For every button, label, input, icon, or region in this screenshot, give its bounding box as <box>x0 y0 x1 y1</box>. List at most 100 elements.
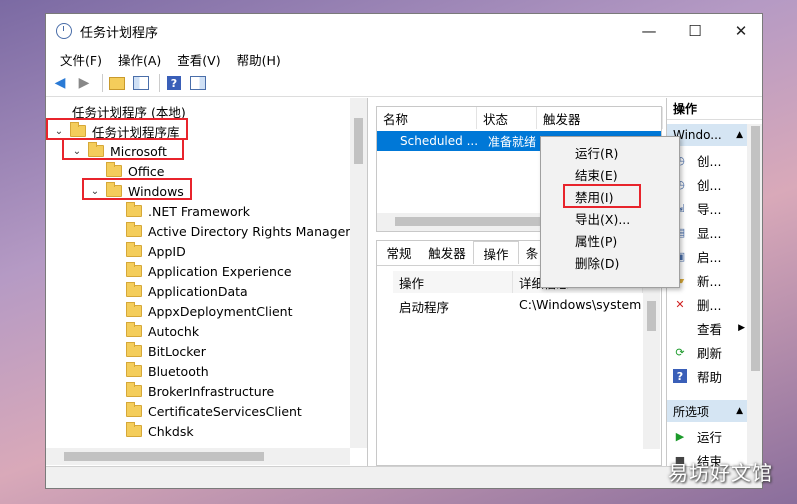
menu-item-end[interactable]: 结束(E) <box>575 163 618 185</box>
tree-folder-item[interactable]: ApplicationData <box>126 281 248 301</box>
minimize-button[interactable]: — <box>626 14 672 48</box>
scroll-thumb[interactable] <box>751 126 760 371</box>
folder-icon <box>126 302 142 317</box>
folder-icon <box>126 202 142 217</box>
status-bar <box>46 466 762 488</box>
tree-folder-item[interactable]: CertificateServicesClient <box>126 401 302 421</box>
tree-folder-item[interactable]: AppID <box>126 241 186 261</box>
action-label: 删... <box>697 297 722 313</box>
tree-folder-item[interactable]: AppxDeploymentClient <box>126 301 292 321</box>
tab-triggers[interactable]: 触发器 <box>423 241 471 263</box>
folder-icon <box>126 242 142 257</box>
show-action-pane-icon[interactable] <box>188 73 208 93</box>
collapse-up-icon[interactable]: ▲ <box>736 406 743 416</box>
col-header-status[interactable]: 状态 <box>477 107 537 129</box>
context-menu: 运行(R) 结束(E) 禁用(I) 导出(X)... 属性(P) 删除(D) <box>540 136 680 288</box>
folder-icon <box>126 382 142 397</box>
action-label: 导... <box>697 201 722 217</box>
menu-item-run[interactable]: 运行(R) <box>575 141 618 163</box>
tree-item-label: Bluetooth <box>148 363 209 379</box>
scroll-thumb[interactable] <box>64 452 264 461</box>
actions-vscrollbar[interactable] <box>747 124 762 464</box>
menu-item-export[interactable]: 导出(X)... <box>575 207 630 229</box>
action-label: 创... <box>697 177 722 193</box>
action-label: 刷新 <box>697 345 723 361</box>
task-scheduler-window: 任务计划程序 — ☐ ✕ 文件(F) 操作(A) 查看(V) 帮助(H) ◀ ▶… <box>45 13 763 489</box>
tree-item-label: Autochk <box>148 323 200 339</box>
actions-pane: 操作 Windo... ▲ ◷创...◷创...⇲导...▤显...▣启...▰… <box>666 98 762 469</box>
highlight-box <box>62 138 184 160</box>
tab-general[interactable]: 常规 <box>379 241 419 263</box>
tree-item-label: AppxDeploymentClient <box>148 303 293 319</box>
col-header-trigger[interactable]: 触发器 <box>537 107 663 129</box>
col-header-name[interactable]: 名称 <box>377 107 477 129</box>
menu-file[interactable]: 文件(F) <box>52 50 110 69</box>
details-vscrollbar[interactable] <box>643 271 660 449</box>
scroll-thumb[interactable] <box>647 301 656 331</box>
clock-icon <box>383 135 396 148</box>
tree-folder-item[interactable]: Application Experience <box>126 261 292 281</box>
menu-action[interactable]: 操作(A) <box>110 50 169 69</box>
highlight-box <box>563 184 641 208</box>
action-label: 创... <box>697 153 722 169</box>
menu-item-properties[interactable]: 属性(P) <box>575 229 617 251</box>
tree-item-label: Chkdsk <box>148 423 194 439</box>
folder-icon <box>126 362 142 377</box>
folder-icon <box>126 322 142 337</box>
scroll-thumb[interactable] <box>395 217 545 226</box>
back-arrow-icon[interactable]: ◀ <box>50 73 70 93</box>
tree-folder-item[interactable]: Chkdsk <box>126 421 194 441</box>
tree-vertical-scrollbar[interactable] <box>350 98 367 448</box>
menu-view[interactable]: 查看(V) <box>169 50 228 69</box>
folder-icon <box>126 222 142 237</box>
action-label: 启... <box>697 249 722 265</box>
tree-horizontal-scrollbar[interactable] <box>46 448 350 465</box>
action-item[interactable]: 查看 ▶ <box>667 316 747 340</box>
col-header-action[interactable]: 操作 <box>393 271 513 293</box>
tree-item-label: BrokerInfrastructure <box>148 383 275 399</box>
tree-folder-item[interactable]: Autochk <box>126 321 199 341</box>
tab-actions[interactable]: 操作 <box>473 241 519 264</box>
action-label: 运行 <box>697 429 723 445</box>
tree-item-label: Application Experience <box>148 263 292 279</box>
toolbar-separator <box>102 74 103 92</box>
tree-folder-item[interactable]: .NET Framework <box>126 201 250 221</box>
folder-icon <box>126 402 142 417</box>
play-icon: ▶ <box>675 429 685 443</box>
tree-item-label: Office <box>128 163 165 179</box>
tree-folder-item[interactable]: Active Directory Rights Manageme <box>126 221 365 241</box>
menu-bar: 文件(F) 操作(A) 查看(V) 帮助(H) <box>46 48 762 70</box>
menu-item-delete[interactable]: 删除(D) <box>575 251 619 273</box>
highlight-box <box>46 118 188 140</box>
action-label: 查看 <box>697 321 723 337</box>
folder-icon <box>126 282 142 297</box>
help-icon[interactable]: ? <box>164 73 184 93</box>
collapse-up-icon[interactable]: ▲ <box>736 130 743 140</box>
clock-icon <box>56 23 72 39</box>
actions-section-selected[interactable]: 所选项 ▲ <box>667 400 747 422</box>
scroll-thumb[interactable] <box>354 118 363 164</box>
tree-folder-item[interactable]: BitLocker <box>126 341 206 361</box>
tree-folder-item[interactable]: BrokerInfrastructure <box>126 381 274 401</box>
action-item[interactable]: ? 帮助 <box>667 364 747 388</box>
action-label: 显... <box>697 225 722 241</box>
action-item[interactable]: ⟳ 刷新 <box>667 340 747 364</box>
action-cell: 启动程序 <box>399 300 450 315</box>
submenu-arrow-icon: ▶ <box>738 323 745 333</box>
refresh-icon: ⟳ <box>675 345 685 359</box>
maximize-button[interactable]: ☐ <box>672 14 718 48</box>
folder-icon <box>106 162 122 177</box>
close-button[interactable]: ✕ <box>718 14 762 48</box>
actions-header: 操作 <box>667 98 762 120</box>
tree-folder-item[interactable]: Bluetooth <box>126 361 209 381</box>
folder-icon <box>126 262 142 277</box>
title-bar: 任务计划程序 — ☐ ✕ <box>46 14 762 48</box>
show-hide-tree-icon[interactable] <box>131 73 151 93</box>
action-item[interactable]: ✕ 删... <box>667 292 747 316</box>
action-label: 新... <box>697 273 722 289</box>
action-run[interactable]: ▶ 运行 <box>667 424 747 448</box>
view-icon <box>673 321 687 335</box>
menu-help[interactable]: 帮助(H) <box>229 50 289 69</box>
forward-arrow-icon[interactable]: ▶ <box>74 73 94 93</box>
up-folder-icon[interactable] <box>107 73 127 93</box>
